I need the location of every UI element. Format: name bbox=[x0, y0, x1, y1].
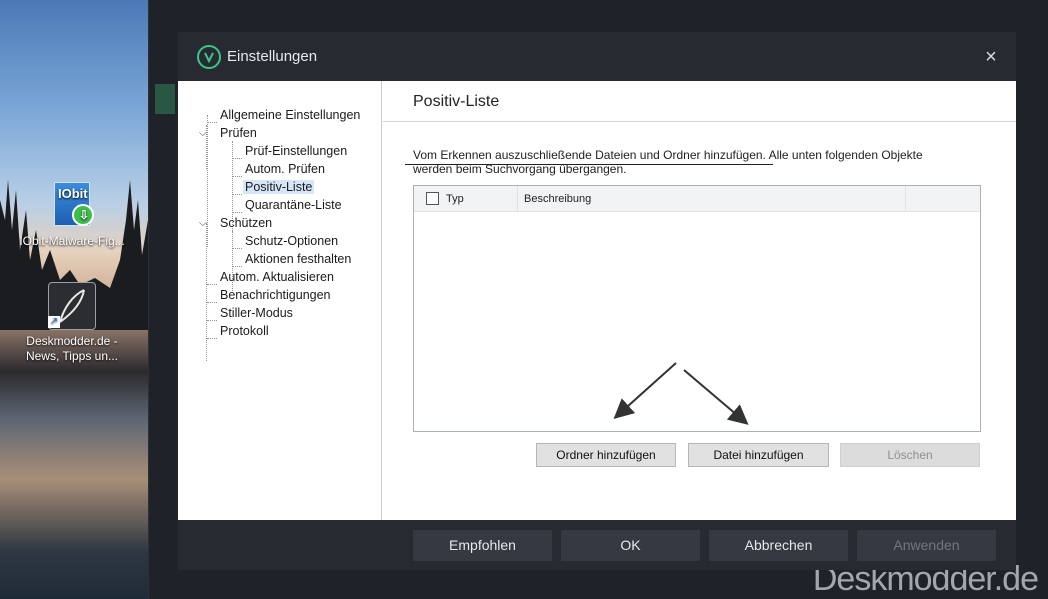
desktop-icon-deskmodder[interactable]: ↗ Deskmodder.de - News, Tipps un... bbox=[12, 282, 132, 364]
iobit-malware-fighter-icon: IObit ⇩ bbox=[48, 182, 96, 230]
column-divider[interactable] bbox=[517, 186, 518, 212]
cancel-button[interactable]: Abbrechen bbox=[709, 530, 848, 561]
panel-divider bbox=[383, 121, 1016, 122]
add-file-button[interactable]: Datei hinzufügen bbox=[688, 443, 829, 467]
dialog-titlebar[interactable]: Einstellungen × bbox=[178, 32, 1016, 81]
settings-dialog: Einstellungen × Allgemeine Einstellungen… bbox=[178, 32, 1016, 570]
tree-item-positiv-liste[interactable]: Positiv-Liste bbox=[243, 180, 315, 194]
feather-shortcut-icon: ↗ bbox=[48, 282, 96, 330]
tree-line bbox=[207, 115, 208, 247]
tree-connector bbox=[232, 248, 242, 249]
list-header: Typ Beschreibung bbox=[414, 186, 980, 212]
shield-logo-icon bbox=[197, 45, 221, 69]
dialog-title: Einstellungen bbox=[227, 48, 318, 65]
tree-connector bbox=[232, 266, 242, 267]
column-divider[interactable] bbox=[905, 186, 906, 212]
collapse-pruefen-icon[interactable]: ⌵ bbox=[199, 128, 207, 139]
ok-button[interactable]: OK bbox=[561, 530, 700, 561]
select-all-checkbox[interactable] bbox=[426, 192, 439, 205]
annotation-underline bbox=[405, 164, 773, 165]
tree-connector bbox=[207, 302, 217, 303]
panel-description: Vom Erkennen auszuschließende Dateien un… bbox=[413, 148, 973, 176]
tree-item-stiller-modus[interactable]: Stiller-Modus bbox=[220, 306, 293, 320]
description-line: Vom Erkennen auszuschließende Dateien un… bbox=[413, 148, 923, 162]
background-app-accent bbox=[155, 84, 175, 114]
exclusion-list[interactable]: Typ Beschreibung bbox=[413, 185, 981, 432]
desktop-icon-iobit[interactable]: IObit ⇩ IObit-Malware-Fig... bbox=[12, 182, 132, 249]
recommended-button[interactable]: Empfohlen bbox=[413, 530, 552, 561]
tree-connector bbox=[207, 284, 217, 285]
tree-item-allgemein[interactable]: Allgemeine Einstellungen bbox=[220, 108, 360, 122]
column-header-typ[interactable]: Typ bbox=[446, 193, 464, 205]
tree-connector bbox=[207, 122, 217, 123]
tree-connector bbox=[232, 194, 242, 195]
column-header-beschreibung[interactable]: Beschreibung bbox=[524, 193, 591, 205]
tree-connector bbox=[207, 338, 217, 339]
annotation-arrows bbox=[613, 362, 749, 425]
positiv-liste-panel: Positiv-Liste Vom Erkennen auszuschließe… bbox=[383, 81, 1016, 520]
desktop-icon-label: IObit-Malware-Fig... bbox=[19, 234, 125, 248]
tree-item-aktionen[interactable]: Aktionen festhalten bbox=[245, 252, 351, 266]
dialog-body: Allgemeine Einstellungen ⌵ Prüfen Prüf-E… bbox=[178, 81, 1016, 520]
apply-button[interactable]: Anwenden bbox=[857, 530, 996, 561]
collapse-schuetzen-icon[interactable]: ⌵ bbox=[199, 218, 207, 229]
tree-item-quarantaene[interactable]: Quarantäne-Liste bbox=[245, 198, 342, 212]
tree-connector bbox=[232, 158, 242, 159]
tree-item-schuetzen[interactable]: Schützen bbox=[220, 216, 272, 230]
close-button[interactable]: × bbox=[984, 47, 998, 67]
add-folder-button[interactable]: Ordner hinzufügen bbox=[536, 443, 676, 467]
tree-item-protokoll[interactable]: Protokoll bbox=[220, 324, 269, 338]
tree-item-autom-pruefen[interactable]: Autom. Prüfen bbox=[245, 162, 325, 176]
tree-connector bbox=[232, 212, 242, 213]
desktop-background: IObit ⇩ IObit-Malware-Fig... ↗ Deskmodde… bbox=[0, 0, 148, 599]
settings-tree: Allgemeine Einstellungen ⌵ Prüfen Prüf-E… bbox=[178, 81, 382, 520]
tree-connector bbox=[232, 176, 242, 177]
delete-button[interactable]: Löschen bbox=[840, 443, 980, 467]
panel-title: Positiv-Liste bbox=[413, 93, 500, 110]
tree-line bbox=[206, 223, 207, 361]
tree-item-autom-aktualisieren[interactable]: Autom. Aktualisieren bbox=[220, 270, 334, 284]
dialog-footer: Empfohlen OK Abbrechen Anwenden bbox=[178, 520, 1016, 570]
tree-connector bbox=[207, 320, 217, 321]
tree-item-benachrichtigungen[interactable]: Benachrichtigungen bbox=[220, 288, 331, 302]
tree-item-pruef-einstellungen[interactable]: Prüf-Einstellungen bbox=[245, 144, 347, 158]
desktop-icon-label: Deskmodder.de - News, Tipps un... bbox=[25, 334, 119, 363]
tree-item-pruefen[interactable]: Prüfen bbox=[220, 126, 257, 140]
tree-item-schutz-optionen[interactable]: Schutz-Optionen bbox=[245, 234, 338, 248]
